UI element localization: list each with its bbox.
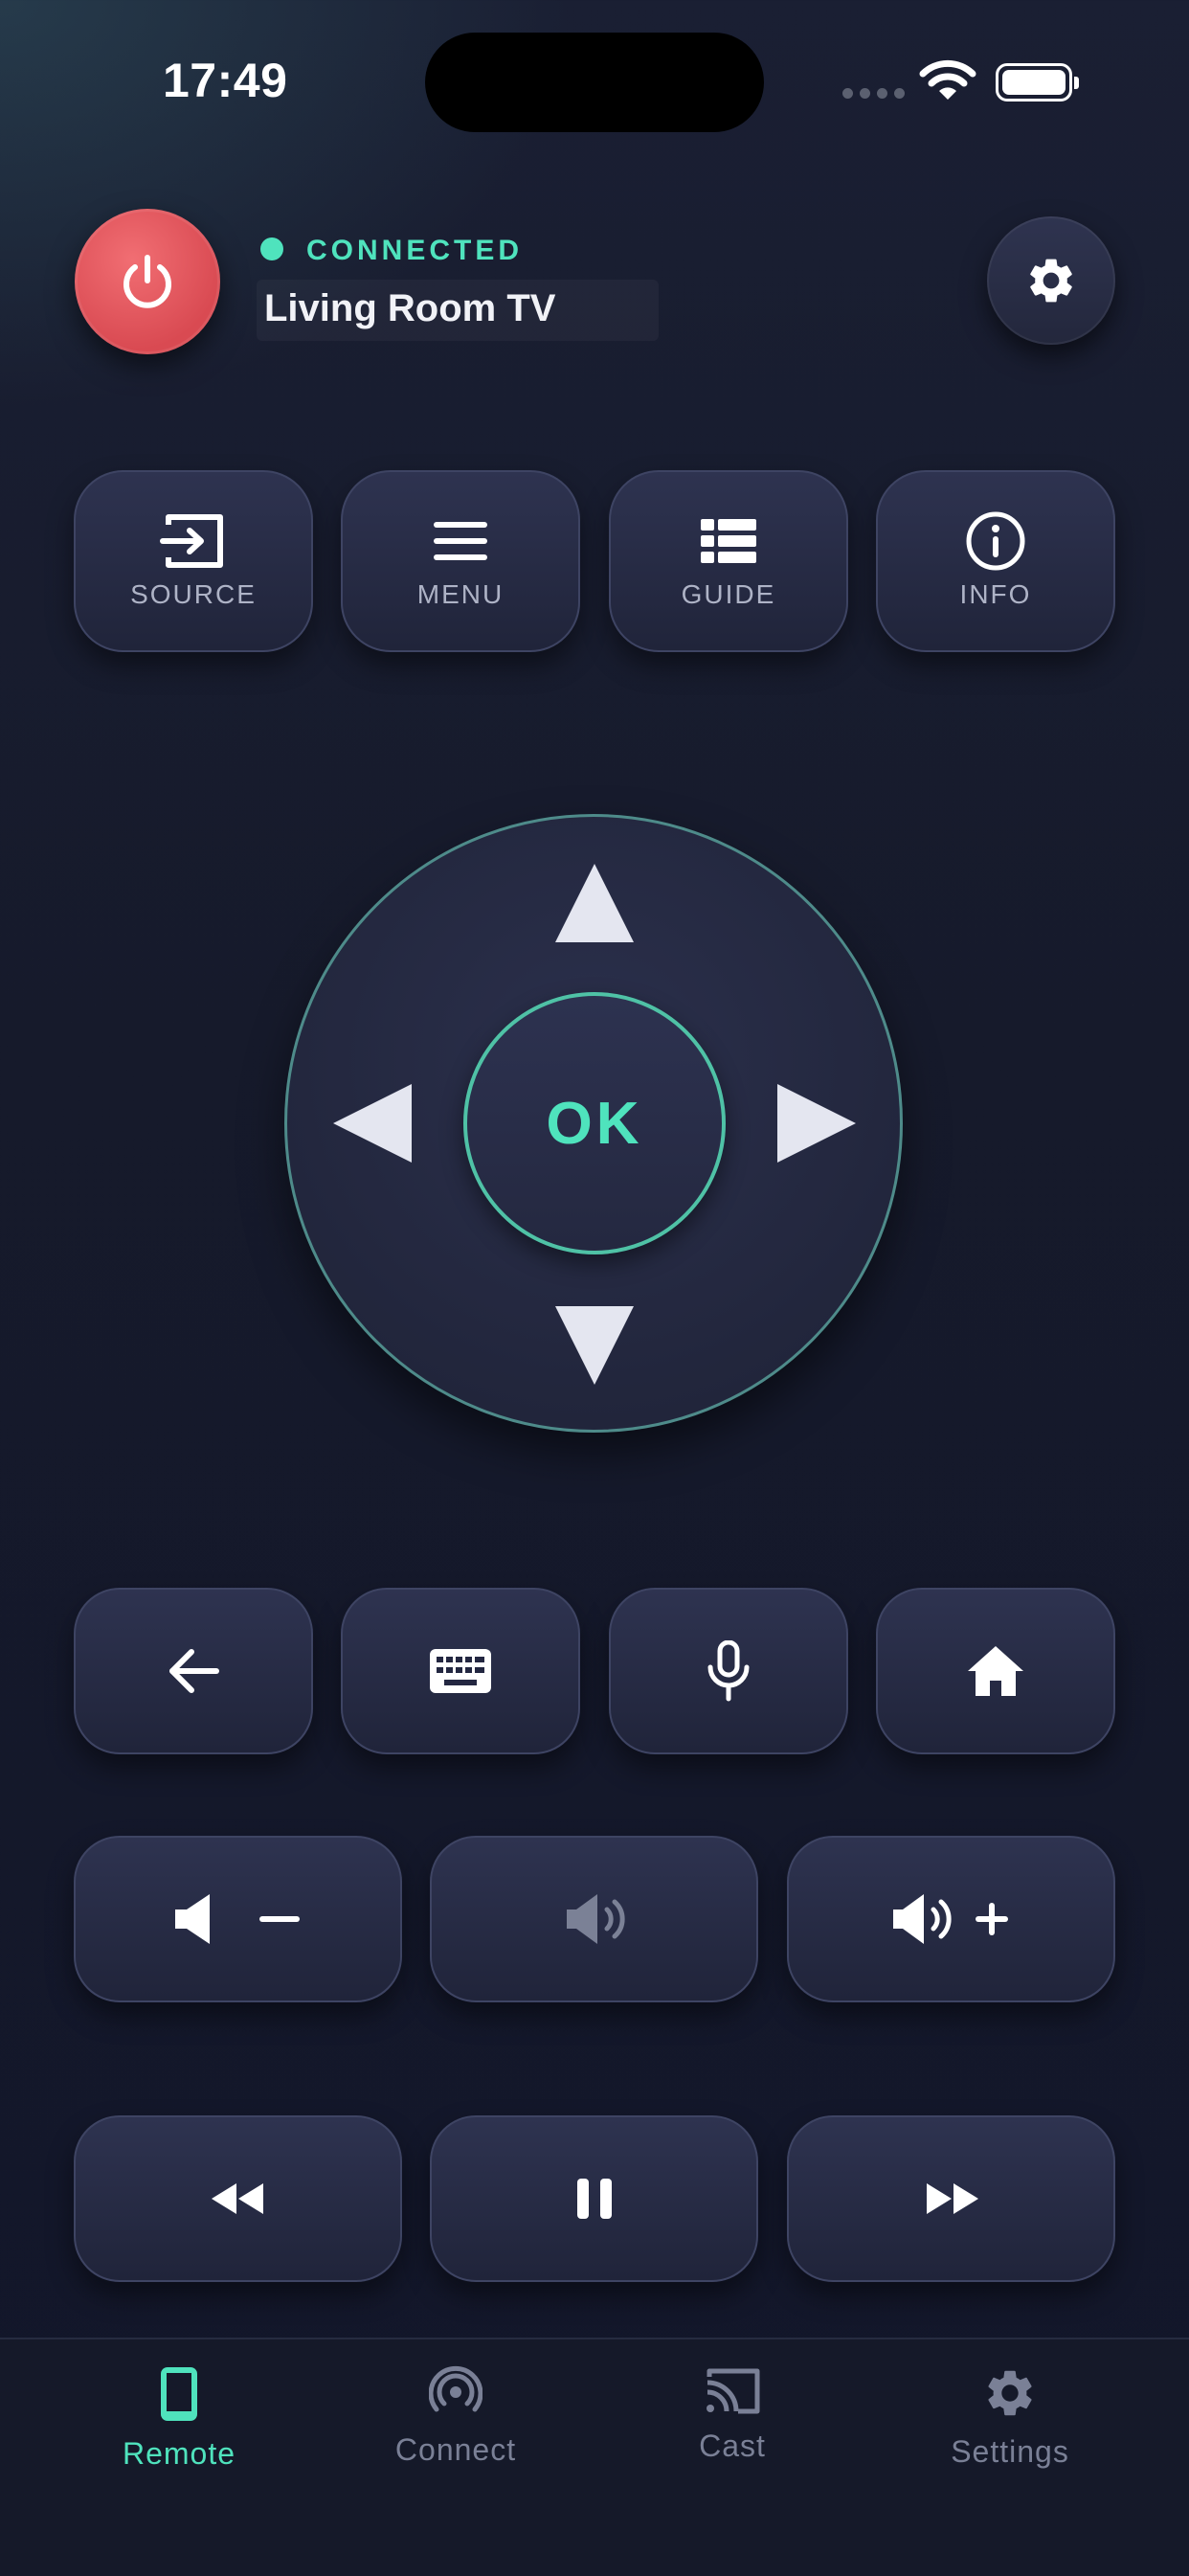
tab-cast[interactable]: Cast [608,2365,857,2464]
rewind-icon [211,2183,263,2214]
connection-status-dot [260,237,283,260]
menu-button[interactable]: MENU [341,470,580,652]
keyboard-icon [430,1649,491,1693]
info-button[interactable]: INFO [876,470,1115,652]
battery-icon [996,63,1079,102]
volume-down-button[interactable] [74,1836,402,2002]
tab-remote[interactable]: Remote [55,2365,303,2472]
home-button[interactable] [876,1588,1115,1754]
device-name: Living Room TV [264,287,556,329]
arrow-right-icon[interactable] [775,1082,858,1164]
home-icon [968,1646,1023,1696]
ok-label: OK [546,1090,643,1157]
volume-down-icon [174,1894,300,1944]
arrow-up-icon[interactable] [553,862,636,944]
pause-icon [576,2179,612,2219]
power-button[interactable] [75,209,220,354]
mute-icon [566,1894,625,1944]
dynamic-island [425,33,764,132]
back-button[interactable] [74,1588,313,1754]
broadcast-icon [429,2365,482,2412]
ok-button[interactable]: OK [463,992,726,1254]
guide-button[interactable]: GUIDE [609,470,848,652]
list-guide-icon [701,519,756,563]
back-arrow-icon [169,1649,219,1693]
rewind-button[interactable] [74,2115,402,2282]
power-icon [123,255,171,308]
tab-remote-label: Remote [122,2436,236,2471]
menu-label: MENU [416,579,505,609]
connection-status: CONNECTED [306,235,524,266]
gear-icon [1030,259,1072,303]
hamburger-menu-icon [434,522,487,560]
tab-connect-label: Connect [394,2432,517,2467]
source-button[interactable]: SOURCE [74,470,313,652]
tab-connect[interactable]: Connect [331,2365,580,2468]
microphone-icon [707,1640,750,1702]
mute-button[interactable] [430,1836,758,2002]
tab-cast-label: Cast [699,2429,766,2463]
fast-forward-button[interactable] [787,2115,1115,2282]
volume-up-icon [892,1894,1008,1944]
settings-button[interactable] [987,216,1115,345]
arrow-down-icon[interactable] [553,1304,636,1387]
cellular-signal-icon [842,88,905,99]
pause-button[interactable] [430,2115,758,2282]
wifi-icon [919,59,976,100]
info-icon [966,511,1025,571]
cast-icon [707,2368,760,2414]
info-label: INFO [959,579,1032,609]
status-time: 17:49 [163,54,288,107]
arrow-left-icon[interactable] [331,1082,414,1164]
guide-label: GUIDE [681,579,776,609]
volume-up-button[interactable] [787,1836,1115,2002]
fast-forward-icon [926,2183,978,2214]
source-input-icon [160,514,223,568]
gear-icon [988,2370,1032,2416]
phone-icon [161,2367,197,2421]
voice-button[interactable] [609,1588,848,1754]
tab-settings-label: Settings [951,2434,1069,2469]
tab-settings[interactable]: Settings [886,2365,1134,2470]
source-label: SOURCE [130,579,257,609]
keyboard-button[interactable] [341,1588,580,1754]
